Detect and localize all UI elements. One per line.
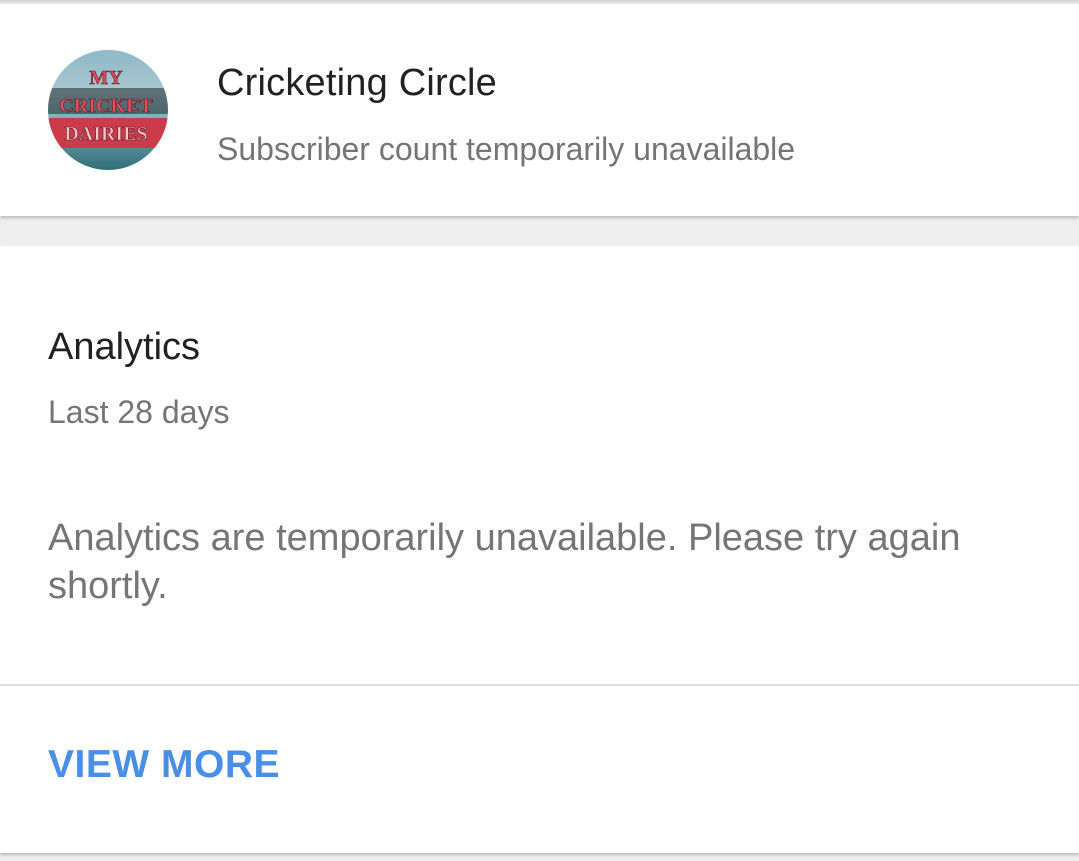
- channel-card[interactable]: MY CRICKET DAIRIES Cricketing Circle Sub…: [0, 4, 1079, 216]
- view-more-button[interactable]: VIEW MORE: [48, 743, 280, 787]
- avatar-logo-line2: CRICKET: [59, 95, 153, 117]
- analytics-message: Analytics are temporarily unavailable. P…: [48, 517, 961, 607]
- divider: [0, 684, 1079, 686]
- avatar-logo-line3: DAIRIES: [64, 123, 147, 145]
- channel-avatar: MY CRICKET DAIRIES: [48, 50, 168, 170]
- analytics-card: Analytics Last 28 days Analytics are tem…: [0, 246, 1079, 853]
- channel-name[interactable]: Cricketing Circle: [217, 62, 497, 105]
- analytics-title: Analytics: [48, 326, 201, 368]
- subscriber-count: Subscriber count temporarily unavailable: [217, 131, 796, 167]
- analytics-period: Last 28 days: [48, 394, 230, 430]
- avatar-logo-line1: MY: [89, 67, 123, 89]
